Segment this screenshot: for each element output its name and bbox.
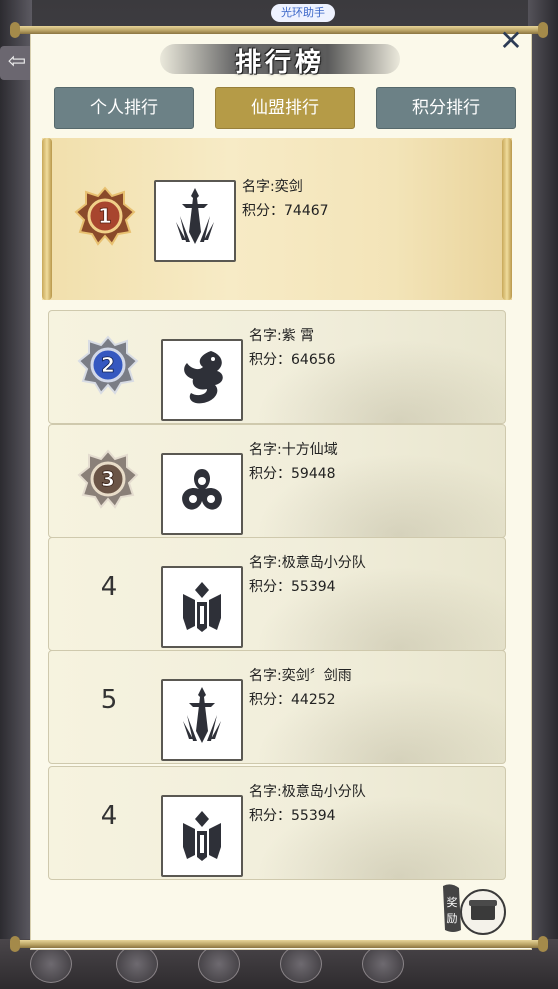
alliance-score: 积分：44252	[249, 692, 336, 708]
background-left	[0, 0, 32, 989]
alliance-name: 名字:奕剑	[242, 179, 303, 195]
close-icon[interactable]: ✕	[498, 27, 524, 55]
alliance-name: 名字:紫 霄	[249, 328, 315, 344]
alliance-score: 积分：55394	[249, 808, 336, 824]
medal-rank-number: 2	[101, 353, 115, 377]
silver-blue-medal-icon: 2	[77, 335, 139, 395]
background-right	[528, 0, 558, 989]
crest-icon	[161, 566, 243, 648]
ranking-row-1[interactable]: 1 名字:奕剑 积分：74467	[42, 138, 512, 300]
rank-number: 4	[100, 572, 118, 602]
alliance-name: 名字:十方仙域	[249, 442, 338, 458]
mountain-background	[245, 447, 505, 537]
mountain-background	[245, 560, 505, 650]
alliance-score: 积分：55394	[249, 579, 336, 595]
alliance-name: 名字:奕剑〞剑雨	[249, 668, 352, 684]
sword-icon	[154, 180, 236, 262]
back-arrow-icon[interactable]: ⇦	[0, 46, 34, 80]
top-badge: 光环助手	[271, 4, 335, 22]
reward-label-first: 奖	[447, 895, 458, 909]
sword-icon	[161, 679, 243, 761]
medal-rank-number: 1	[98, 204, 112, 228]
alliance-score: 积分：59448	[249, 466, 336, 482]
medal-rank-number: 3	[101, 467, 115, 491]
mountain-background	[245, 789, 505, 879]
trefoil-icon	[161, 453, 243, 535]
crest-icon	[161, 795, 243, 877]
my-alliance-row[interactable]: 4 名字:极意岛小分队 积分：55394	[48, 766, 506, 880]
mountain-background	[245, 673, 505, 763]
ranking-row-4[interactable]: 4 名字:极意岛小分队 积分：55394	[48, 537, 506, 651]
alliance-score: 积分：64656	[249, 352, 336, 368]
nav-list-icon[interactable]	[116, 945, 158, 983]
bronze-medal-icon: 3	[77, 449, 139, 509]
reward-label-second: 励	[447, 912, 458, 925]
tab-personal-ranking[interactable]: 个人排行	[54, 87, 194, 129]
tab-points-ranking[interactable]: 积分排行	[376, 87, 516, 129]
rank-number: 4	[100, 801, 118, 831]
alliance-score: 积分：74467	[242, 203, 329, 219]
alliance-name: 名字:极意岛小分队	[249, 555, 366, 571]
ranking-row-3[interactable]: 3 名字:十方仙域 积分：59448	[48, 424, 506, 538]
title-banner: 排行榜	[160, 40, 400, 80]
page-title: 排行榜	[234, 48, 325, 78]
reward-button[interactable]: 奖 励	[443, 880, 507, 938]
gold-medal-icon: 1	[74, 186, 136, 246]
scroll-rod-top	[10, 22, 548, 38]
scroll-end-right	[502, 138, 512, 300]
dragon-icon	[161, 339, 243, 421]
alliance-name: 名字:极意岛小分队	[249, 784, 366, 800]
nav-upgrade-icon[interactable]	[362, 945, 404, 983]
scroll-end-left	[42, 138, 52, 300]
rank-number: 5	[100, 685, 118, 715]
scroll-rod-bottom	[10, 936, 548, 952]
mountain-background	[245, 333, 505, 423]
nav-power-icon[interactable]	[198, 945, 240, 983]
tab-alliance-ranking[interactable]: 仙盟排行	[215, 87, 355, 129]
nav-guide-icon[interactable]	[280, 945, 322, 983]
nav-rank-icon[interactable]	[30, 945, 72, 983]
ranking-row-2[interactable]: 2 名字:紫 霄 积分：64656	[48, 310, 506, 424]
ranking-row-5[interactable]: 5 名字:奕剑〞剑雨 积分：44252	[48, 650, 506, 764]
